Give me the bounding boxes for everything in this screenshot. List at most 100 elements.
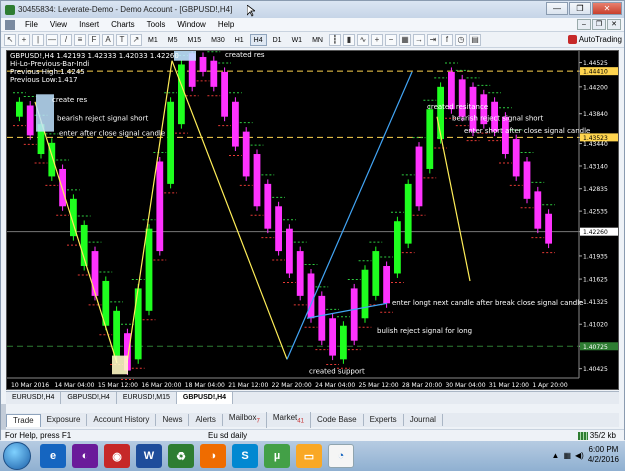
chart-tab-gbpusd-h4-active[interactable]: GBPUSD!,H4	[176, 392, 234, 404]
ie-icon[interactable]: e	[40, 444, 66, 468]
system-tray: ▲ ▦ ◀) 6:00 PM 4/2/2016	[552, 445, 619, 465]
clock-date: 4/2/2016	[587, 455, 619, 464]
tab-news[interactable]: News	[156, 414, 190, 426]
menu-view[interactable]: View	[44, 20, 73, 29]
candlestick-icon[interactable]: ▮	[342, 33, 355, 46]
vertical-line-icon[interactable]: |	[32, 33, 44, 46]
chart-shift-icon[interactable]: ⇥	[426, 33, 439, 46]
timeframe-h4[interactable]: H4	[249, 33, 267, 46]
connection-status[interactable]: 35/2 kb	[577, 431, 616, 440]
timeframe-m15[interactable]: M15	[183, 34, 205, 46]
horizontal-line-icon[interactable]: —	[46, 33, 58, 46]
tab-trade[interactable]: Trade	[6, 413, 41, 427]
tab-account-history[interactable]: Account History	[87, 414, 157, 426]
child-restore-button[interactable]: ❐	[592, 19, 606, 30]
clock[interactable]: 6:00 PM 4/2/2016	[588, 445, 619, 465]
menu-bar: File View Insert Charts Tools Window Hel…	[1, 18, 624, 32]
start-button[interactable]	[3, 442, 31, 470]
chart-tab-eurusd-m15[interactable]: EURUSD!,M15	[117, 392, 177, 404]
down-trendline-1	[34, 101, 118, 364]
price-tick-label: 1.40425	[583, 366, 608, 373]
tab-code-base[interactable]: Code Base	[311, 414, 364, 426]
cursor-tool-icon[interactable]: ↖	[4, 33, 16, 46]
candle-body	[329, 318, 336, 356]
tab-market[interactable]: Market41	[267, 412, 311, 428]
folder-icon[interactable]: ▭	[296, 444, 322, 468]
chart-tab-eurusd-h4[interactable]: EURUSD!,H4	[6, 392, 62, 404]
timeframe-d1[interactable]: D1	[269, 34, 286, 46]
chrome-icon[interactable]: ◉	[104, 444, 130, 468]
periods-icon[interactable]: ◷	[454, 33, 467, 46]
timeframe-h1[interactable]: H1	[231, 34, 248, 46]
tab-exposure[interactable]: Exposure	[41, 414, 88, 426]
network-icon[interactable]: ▦	[563, 451, 571, 460]
candle-body	[199, 56, 207, 72]
volume-icon[interactable]: ◀)	[575, 451, 584, 460]
indicators-icon[interactable]: f	[440, 33, 453, 46]
label-tool-icon[interactable]: T	[116, 33, 128, 46]
time-tick-label: 25 Mar 12:00	[359, 382, 399, 389]
tab-journal[interactable]: Journal	[404, 414, 443, 426]
line-chart-icon[interactable]: ∿	[356, 33, 369, 46]
toolbar: ↖ + | — / ≡ F A T ↗ M1 M5 M15 M30 H1 H4 …	[1, 32, 624, 48]
child-minimize-button[interactable]: –	[577, 19, 591, 30]
tab-alerts[interactable]: Alerts	[189, 414, 223, 426]
child-close-button[interactable]: ✕	[607, 19, 621, 30]
trendline-icon[interactable]: /	[60, 33, 72, 46]
recycle-icon[interactable]: ♻	[168, 444, 194, 468]
timeframe-m5[interactable]: M5	[164, 34, 182, 46]
time-tick-label: 15 Mar 12:00	[98, 382, 138, 389]
close-button[interactable]: ✕	[592, 2, 622, 15]
tile-windows-icon[interactable]: ▦	[398, 33, 411, 46]
firefox2-icon[interactable]: ◑	[200, 444, 226, 468]
chart-area[interactable]: 1.44525 1.44410 1.44200 1.43840 1.435231.434…	[6, 50, 619, 390]
arrow-tool-icon[interactable]: ↗	[130, 33, 142, 46]
minimize-button[interactable]: —	[546, 2, 568, 15]
chart-menu-icon[interactable]	[5, 19, 15, 30]
firefox-icon[interactable]: ◐	[72, 444, 98, 468]
time-tick-label: 14 Mar 04:00	[54, 382, 94, 389]
chart-info: GBPUSD!,H4 1.42193 1.42333 1.42033 1.422…	[10, 52, 179, 84]
timeframe-m30[interactable]: M30	[207, 34, 229, 46]
autotrading-button[interactable]: AutoTrading	[567, 35, 622, 44]
timeframe-w1[interactable]: W1	[288, 34, 307, 46]
menu-file[interactable]: File	[19, 20, 44, 29]
time-tick-label: 31 Mar 12:00	[489, 382, 529, 389]
candle-body	[437, 86, 444, 140]
candle-body	[534, 191, 542, 229]
candle-body	[59, 168, 66, 207]
autoscroll-icon[interactable]: →	[412, 33, 425, 46]
text-tool-icon[interactable]: A	[102, 33, 114, 46]
templates-icon[interactable]: ▤	[468, 33, 481, 46]
crosshair-tool-icon[interactable]: +	[18, 33, 30, 46]
word-icon[interactable]: W	[136, 444, 162, 468]
timeframe-mn[interactable]: MN	[308, 34, 327, 46]
menu-window[interactable]: Window	[171, 20, 211, 29]
zoom-in-icon[interactable]: +	[370, 33, 383, 46]
tray-arrow-icon[interactable]: ▲	[552, 451, 560, 460]
chart-tab-gbpusd-h4[interactable]: GBPUSD!,H4	[61, 392, 117, 404]
maximize-button[interactable]: ❐	[569, 2, 591, 15]
zoom-out-icon[interactable]: −	[384, 33, 397, 46]
price-tick-label: 1.44200	[583, 84, 608, 91]
timeframe-m1[interactable]: M1	[144, 34, 162, 46]
tab-mailbox[interactable]: Mailbox7	[223, 412, 267, 428]
candlestick-chart[interactable]: 1.44525 1.44410 1.44200 1.43840 1.435231.434…	[7, 51, 619, 390]
bar-chart-icon[interactable]: ┇	[328, 33, 341, 46]
channel-icon[interactable]: ≡	[74, 33, 86, 46]
menu-tools[interactable]: Tools	[141, 20, 172, 29]
tab-experts[interactable]: Experts	[364, 414, 404, 426]
menu-charts[interactable]: Charts	[105, 20, 141, 29]
tab-experts-label: Experts	[369, 415, 397, 424]
title-bar[interactable]: 30455834: Leverate-Demo - Demo Account -…	[1, 1, 624, 18]
torrent-icon[interactable]: µ	[264, 444, 290, 468]
menu-help[interactable]: Help	[212, 20, 240, 29]
mt4-icon[interactable]: ◔	[328, 444, 354, 468]
price-tick-label: 1.42535	[583, 209, 608, 216]
skype-icon[interactable]: S	[232, 444, 258, 468]
tab-trade-label: Trade	[13, 415, 34, 425]
traffic-value: 35/2 kb	[589, 431, 616, 440]
fibonacci-icon[interactable]: F	[88, 33, 100, 46]
resistance-line-top-label: 1.44410	[583, 69, 608, 76]
menu-insert[interactable]: Insert	[73, 20, 105, 29]
